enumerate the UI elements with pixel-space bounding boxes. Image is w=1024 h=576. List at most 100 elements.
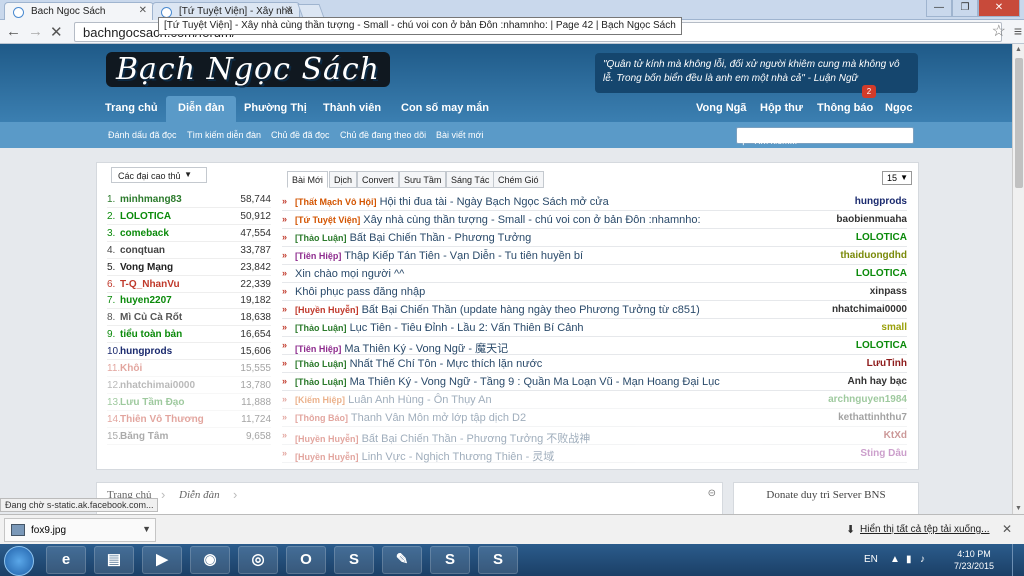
nav-vong-nga[interactable]: Vong Ngã xyxy=(696,102,747,114)
thread-author[interactable]: Anh hay bạc xyxy=(848,376,907,387)
thread-row[interactable]: » [Huyền Huyễn] Linh Vực - Nghịch Thương … xyxy=(282,445,907,463)
thread-row[interactable]: » [Thông Báo] Thanh Vân Môn mở lớp tập dị… xyxy=(282,409,907,427)
member-name[interactable]: nhatchimai0000 xyxy=(120,380,195,391)
member-name[interactable]: tiểu toàn bản xyxy=(120,329,182,340)
member-name[interactable]: conqtuan xyxy=(120,245,165,256)
close-tab-icon[interactable]: ✕ xyxy=(139,5,147,16)
start-button[interactable] xyxy=(4,546,34,576)
forward-arrow-icon[interactable]: → xyxy=(28,23,43,40)
paint-icon[interactable]: ✎ xyxy=(382,546,422,574)
nav-trang-chu[interactable]: Trang chủ xyxy=(105,102,158,114)
collapse-icon[interactable]: ⊝ xyxy=(708,488,716,499)
site-search-input[interactable]: ⚲ Tìm kiếm... xyxy=(736,127,914,146)
subnav-mark-read[interactable]: Đánh dấu đã đọc xyxy=(108,130,177,140)
skype-icon[interactable]: S xyxy=(334,546,374,574)
language-indicator[interactable]: EN xyxy=(864,554,878,565)
thread-link[interactable]: [Thất Mạch Vô Hội] Hội thi đua tài - Ngà… xyxy=(295,196,609,208)
tab-bach-ngoc-sach[interactable]: Bach Ngoc Sách ✕ xyxy=(4,2,154,20)
media-player-icon[interactable]: ▶ xyxy=(142,546,182,574)
member-name[interactable]: LOLOTICA xyxy=(120,211,171,222)
member-name[interactable]: Thiên Vô Thương xyxy=(120,414,204,425)
thread-link[interactable]: [Thảo Luận] Nhất Thế Chí Tôn - Mực thích… xyxy=(295,358,542,370)
stop-icon[interactable]: ✕ xyxy=(50,23,63,41)
tab-sang-tac[interactable]: Sáng Tác xyxy=(446,171,495,188)
subnav-read-threads[interactable]: Chủ đề đã đọc xyxy=(271,130,330,140)
tab-chem-gio[interactable]: Chém Gió xyxy=(493,171,544,188)
thread-row[interactable]: » [Huyền Huyễn] Bất Bại Chiến Thần (updat… xyxy=(282,301,907,319)
thread-author[interactable]: nhatchimai0000 xyxy=(832,304,907,315)
thread-link[interactable]: [Tiên Hiệp] Thập Kiếp Tán Tiên - Vạn Diễ… xyxy=(295,250,583,262)
skype-icon[interactable]: S xyxy=(478,546,518,574)
chrome-icon[interactable]: ◎ xyxy=(238,546,278,574)
nav-hop-thu[interactable]: Hộp thư xyxy=(760,102,803,114)
thread-row[interactable]: » [Kiếm Hiệp] Luân Anh Hùng - Ôn Thụy An a… xyxy=(282,391,907,409)
thread-row[interactable]: » [Huyền Huyễn] Bất Bại Chiến Thần - Phươ… xyxy=(282,427,907,445)
thread-row[interactable]: » [Thảo Luận] Nhất Thế Chí Tôn - Mực thíc… xyxy=(282,355,907,373)
thread-link[interactable]: Khôi phục pass đăng nhập xyxy=(295,286,425,298)
scroll-up-icon[interactable]: ▲ xyxy=(1015,46,1022,53)
close-tab-icon[interactable]: ✕ xyxy=(285,5,293,16)
thread-row[interactable]: » Xin chào mọi người ^^ LOLOTICA xyxy=(282,265,907,283)
file-explorer-icon[interactable]: ▤ xyxy=(94,546,134,574)
thread-link[interactable]: [Huyền Huyễn] Linh Vực - Nghịch Thương T… xyxy=(295,448,554,464)
thread-author[interactable]: baobienmuaha xyxy=(836,214,907,225)
close-download-bar-icon[interactable]: ✕ xyxy=(1002,522,1012,536)
member-name[interactable]: Vong Mạng xyxy=(120,262,173,273)
nav-thanh-vien[interactable]: Thành viên xyxy=(323,102,381,114)
thread-row[interactable]: » Khôi phục pass đăng nhập xinpass xyxy=(282,283,907,301)
nav-phuong-thi[interactable]: Phường Thị xyxy=(244,102,307,114)
tab-suu-tam[interactable]: Sưu Tầm xyxy=(399,171,447,188)
firefox-icon[interactable]: ◉ xyxy=(190,546,230,574)
minimize-icon[interactable]: — xyxy=(926,0,952,17)
thread-row[interactable]: » [Tiên Hiệp] Thập Kiếp Tán Tiên - Vạn Di… xyxy=(282,247,907,265)
member-name[interactable]: Băng Tâm xyxy=(120,431,168,442)
volume-icon[interactable]: ♪ xyxy=(920,554,925,565)
thread-link[interactable]: [Thảo Luận] Lục Tiên - Tiêu Đỉnh - Lầu 2… xyxy=(295,322,584,334)
close-window-icon[interactable]: ✕ xyxy=(978,0,1020,17)
tab-dich[interactable]: Dịch xyxy=(329,171,358,188)
leaderboard-tab[interactable]: Các đại cao thủ ▼ xyxy=(111,167,207,183)
member-name[interactable]: comeback xyxy=(120,228,169,239)
clock[interactable]: 4:10 PM 7/23/2015 xyxy=(954,548,994,572)
thread-author[interactable]: LOLOTICA xyxy=(856,268,907,279)
thread-count-select[interactable]: 15 ▼ xyxy=(882,171,912,185)
download-item[interactable]: fox9.jpg ▼ xyxy=(4,518,156,542)
nav-con-so-may-man[interactable]: Con số may mắn xyxy=(401,102,489,114)
thread-link[interactable]: [Kiếm Hiệp] Luân Anh Hùng - Ôn Thụy An xyxy=(295,394,492,406)
nav-dien-dan[interactable]: Diễn đàn xyxy=(166,96,237,124)
thread-link[interactable]: Xin chào mọi người ^^ xyxy=(295,268,404,280)
thread-author[interactable]: hungprods xyxy=(855,196,907,207)
thread-row[interactable]: » [Tiên Hiệp] Ma Thiên Ký - Vong Ngữ - 魔天… xyxy=(282,337,907,355)
ie-icon[interactable]: e xyxy=(46,546,86,574)
member-name[interactable]: Khôi xyxy=(120,363,142,374)
member-name[interactable]: Mì Củ Cà Rốt xyxy=(120,312,182,323)
member-name[interactable]: hungprods xyxy=(120,346,172,357)
browser-menu-icon[interactable]: ≡ xyxy=(1014,23,1022,39)
maximize-icon[interactable]: ❐ xyxy=(952,0,978,17)
thread-author[interactable]: LOLOTICA xyxy=(856,340,907,351)
page-scrollbar[interactable]: ▲ ▼ xyxy=(1012,44,1024,514)
nav-thong-bao[interactable]: Thông báo xyxy=(817,102,873,114)
subnav-watched-threads[interactable]: Chủ đề đang theo dõi xyxy=(340,130,426,140)
thread-row[interactable]: » [Tứ Tuyệt Viện] Xây nhà cùng thần tượng… xyxy=(282,211,907,229)
thread-author[interactable]: KtXd xyxy=(884,430,907,441)
nav-ngoc[interactable]: Ngọc xyxy=(885,102,913,114)
thread-author[interactable]: thaiduongdhd xyxy=(840,250,907,261)
thread-link[interactable]: [Huyền Huyễn] Bất Bại Chiến Thần - Phươn… xyxy=(295,430,590,446)
thread-link[interactable]: [Thảo Luận] Bất Bại Chiến Thần - Phương … xyxy=(295,232,531,244)
site-logo[interactable]: Bạch Ngọc Sách xyxy=(106,52,391,87)
back-arrow-icon[interactable]: ← xyxy=(6,23,21,40)
chevron-down-icon[interactable]: ▼ xyxy=(142,524,151,534)
thread-link[interactable]: [Huyền Huyễn] Bất Bại Chiến Thần (update… xyxy=(295,304,700,316)
thread-author[interactable]: LưuTinh xyxy=(867,358,907,369)
subnav-search-forum[interactable]: Tìm kiếm diễn đàn xyxy=(187,130,261,140)
show-all-downloads-link[interactable]: Hiển thị tất cả tệp tải xuống... xyxy=(860,524,990,535)
tray-arrow-icon[interactable]: ▲ xyxy=(890,554,900,565)
thread-author[interactable]: archnguyen1984 xyxy=(828,394,907,405)
show-desktop-button[interactable] xyxy=(1012,544,1024,576)
outlook-icon[interactable]: O xyxy=(286,546,326,574)
breadcrumb-current[interactable]: Diễn đàn xyxy=(179,489,220,501)
thread-row[interactable]: » [Thảo Luận] Ma Thiên Ký - Vong Ngữ - Tầ… xyxy=(282,373,907,391)
scroll-down-icon[interactable]: ▼ xyxy=(1015,505,1022,512)
thread-author[interactable]: Sting Dâu xyxy=(860,448,907,459)
